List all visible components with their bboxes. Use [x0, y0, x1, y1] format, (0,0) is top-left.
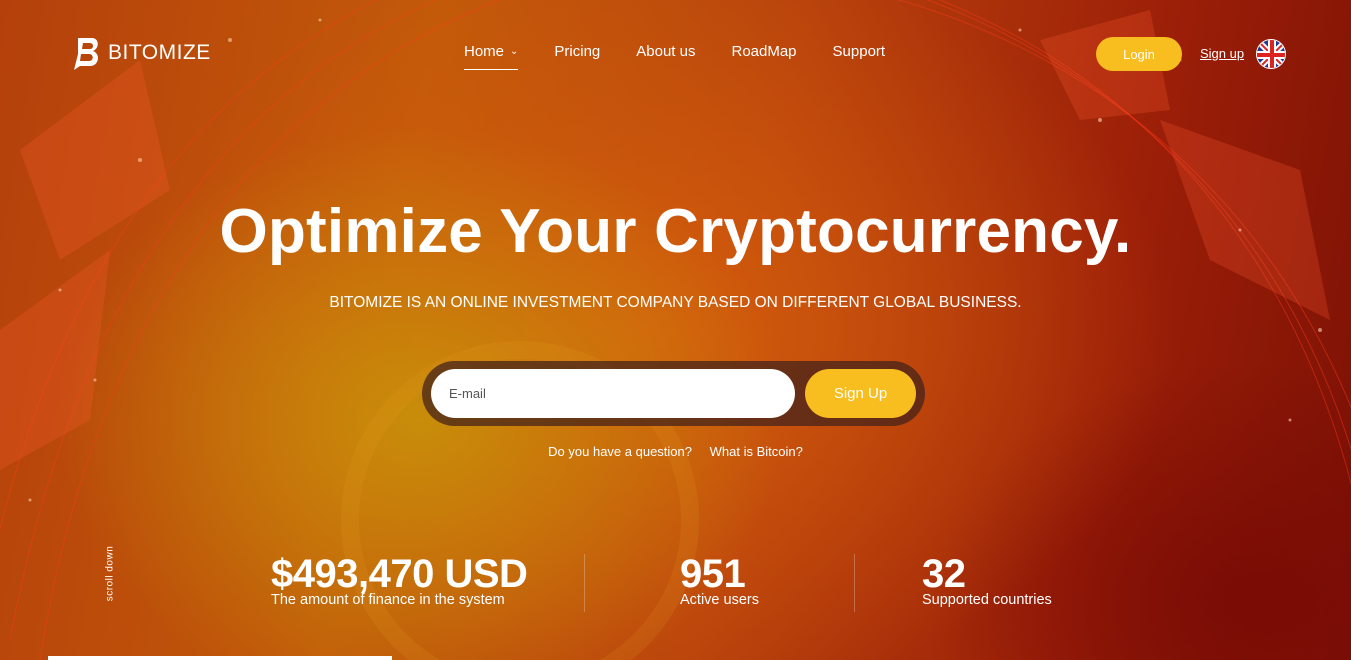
stat-divider — [584, 554, 585, 612]
stat-countries: 32 Supported countries — [922, 552, 1052, 608]
nav-roadmap[interactable]: RoadMap — [731, 43, 796, 66]
hero-background — [0, 0, 1351, 660]
brand-logo[interactable]: BITOMIZE — [72, 36, 211, 70]
chevron-down-icon: ⌄ — [510, 46, 519, 57]
login-button[interactable]: Login — [1096, 37, 1182, 71]
brand-name: BITOMIZE — [108, 41, 211, 64]
hero-subtitle: BITOMIZE IS AN ONLINE INVESTMENT COMPANY… — [329, 294, 1022, 311]
stat-users-value: 951 — [680, 552, 746, 596]
stat-divider — [854, 554, 855, 612]
signup-form: Sign Up — [422, 361, 925, 426]
stat-finance-label: The amount of finance in the system — [271, 592, 505, 608]
main-nav: Home ⌄ Pricing About us RoadMap Support — [464, 43, 886, 70]
nav-pricing-label: Pricing — [554, 43, 601, 60]
stat-finance-value: $493,470 USD — [271, 552, 528, 596]
email-input[interactable] — [431, 369, 795, 418]
scroll-progress-bar — [48, 656, 392, 660]
hero-title: Optimize Your Cryptocurrency. — [219, 197, 1132, 266]
nav-about-us-label: About us — [636, 43, 696, 60]
nav-support[interactable]: Support — [833, 43, 886, 66]
stat-finance: $493,470 USD The amount of finance in th… — [271, 552, 528, 608]
nav-support-label: Support — [832, 43, 886, 60]
hero-signup-button[interactable]: Sign Up — [805, 369, 916, 418]
stat-countries-value: 32 — [922, 552, 966, 596]
nav-pricing[interactable]: Pricing — [554, 43, 600, 66]
help-links: Do you have a question? What is Bitcoin? — [0, 444, 1351, 459]
question-link[interactable]: Do you have a question? — [548, 444, 692, 459]
logo-icon — [74, 38, 99, 70]
stat-countries-label: Supported countries — [922, 592, 1052, 608]
stat-users-label: Active users — [680, 592, 759, 608]
nav-home[interactable]: Home ⌄ — [464, 43, 519, 70]
scroll-down-label[interactable]: scroll down — [105, 544, 116, 604]
what-is-bitcoin-link[interactable]: What is Bitcoin? — [710, 444, 803, 459]
stat-users: 951 Active users — [680, 552, 759, 608]
uk-flag-icon[interactable] — [1256, 39, 1286, 69]
nav-about-us[interactable]: About us — [636, 43, 695, 66]
signup-link[interactable]: Sign up — [1200, 46, 1244, 61]
nav-roadmap-label: RoadMap — [731, 43, 797, 60]
nav-home-label: Home — [464, 43, 505, 60]
